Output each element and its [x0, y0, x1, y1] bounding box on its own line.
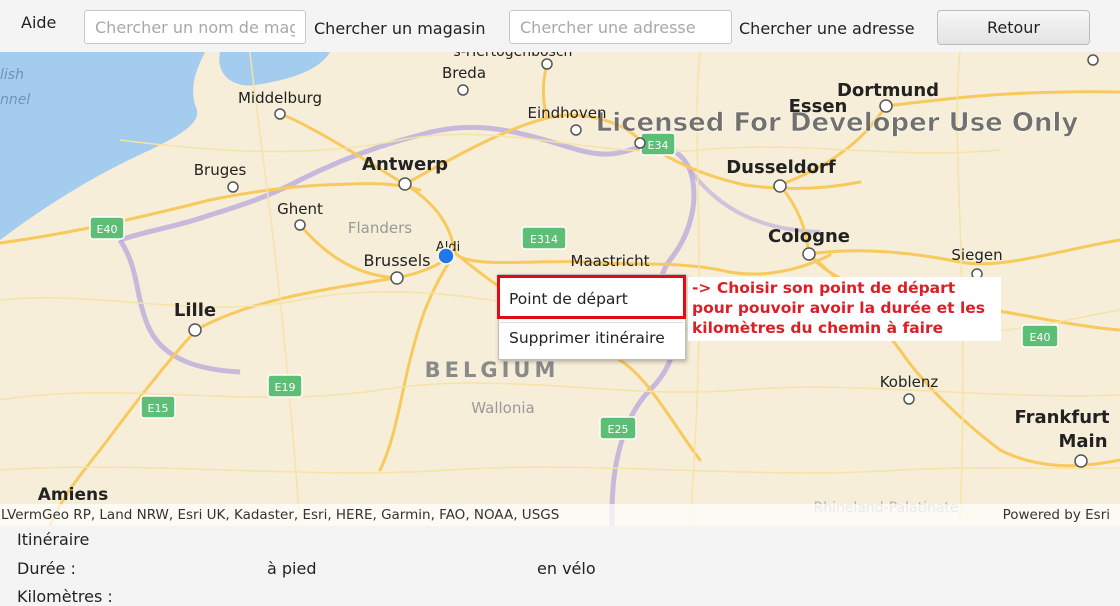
- region-label: Wallonia: [471, 399, 534, 417]
- city-marker: [188, 323, 202, 337]
- city-label: Dusseldorf: [726, 157, 836, 178]
- toolbar: Aide Chercher un magasin Chercher une ad…: [0, 0, 1120, 52]
- svg-text:E15: E15: [148, 402, 169, 415]
- city-label: 's-Hertogenbosch: [450, 52, 573, 60]
- city-label: Middelburg: [238, 89, 322, 107]
- svg-text:E314: E314: [530, 233, 558, 246]
- annotation-text: -> Choisir son point de départ pour pouv…: [692, 279, 986, 337]
- road-shield: E314: [521, 226, 567, 250]
- road-shield: E19: [267, 374, 303, 398]
- store-search-label: Chercher un magasin: [314, 19, 486, 38]
- city-marker: [802, 247, 816, 261]
- city-marker: [634, 137, 646, 149]
- map-context-menu: Point de départ Supprimer itinéraire: [498, 274, 686, 360]
- route-title: Itinéraire: [17, 530, 90, 549]
- city-marker: [274, 108, 286, 120]
- city-label: Ghent: [277, 200, 323, 218]
- help-link[interactable]: Aide: [21, 13, 56, 32]
- city-label: Breda: [442, 64, 486, 82]
- back-button[interactable]: Retour: [937, 10, 1090, 45]
- city-label: Amiens: [38, 485, 108, 505]
- city-label: Cologne: [768, 226, 850, 247]
- map-attribution-bar: LVermGeo RP, Land NRW, Esri UK, Kadaster…: [0, 504, 1120, 526]
- city-marker: [1087, 54, 1099, 66]
- svg-text:E19: E19: [275, 381, 296, 394]
- road-shield: E25: [599, 416, 637, 440]
- distance-label: Kilomètres :: [17, 587, 113, 606]
- city-label: Maastricht: [571, 252, 650, 270]
- city-label: Frankfurt: [1014, 407, 1109, 428]
- city-marker: [541, 58, 553, 70]
- road-shield: E15: [140, 395, 176, 419]
- city-label: Lille: [174, 300, 216, 321]
- annotation-callout: -> Choisir son point de départ pour pouv…: [688, 277, 1001, 341]
- city-marker: [1074, 454, 1088, 468]
- address-search-label: Chercher une adresse: [739, 19, 915, 38]
- city-label: Dortmund: [837, 80, 939, 101]
- city-label: Bruges: [194, 161, 247, 179]
- city-marker: [390, 271, 404, 285]
- map-attribution[interactable]: LVermGeo RP, Land NRW, Esri UK, Kadaster…: [1, 507, 559, 523]
- city-label: Koblenz: [880, 373, 939, 391]
- cycling-label: en vélo: [537, 559, 596, 578]
- city-marker: [457, 84, 469, 96]
- city-marker: [773, 179, 787, 193]
- city-marker: [570, 124, 582, 136]
- road-shield: E40: [89, 216, 125, 240]
- sea-label: nnel: [0, 92, 30, 108]
- country-label: BELGIUM: [425, 358, 560, 382]
- walking-label: à pied: [267, 559, 317, 578]
- menu-item-start-point[interactable]: Point de départ: [499, 280, 685, 318]
- route-panel: Itinéraire Durée : à pied en vélo Kilomè…: [0, 526, 1120, 606]
- city-marker: [294, 219, 306, 231]
- svg-text:E25: E25: [608, 423, 629, 436]
- region-label: Flanders: [348, 219, 412, 237]
- city-marker: [903, 393, 915, 405]
- svg-text:E40: E40: [97, 223, 118, 236]
- address-search-input[interactable]: [509, 10, 732, 44]
- city-marker: [227, 181, 239, 193]
- road-shield: E40: [1021, 324, 1059, 348]
- powered-by-esri[interactable]: Powered by Esri: [1003, 507, 1110, 523]
- menu-divider: [498, 322, 684, 323]
- city-label: Eindhoven: [528, 104, 607, 122]
- city-label: Main: [1058, 431, 1107, 452]
- store-marker-pin[interactable]: [437, 247, 455, 265]
- duration-label: Durée :: [17, 559, 76, 578]
- city-marker: [398, 177, 412, 191]
- city-marker: [879, 99, 893, 113]
- sea-label: lish: [0, 67, 24, 83]
- store-search-input[interactable]: [84, 10, 306, 44]
- svg-text:E40: E40: [1030, 331, 1051, 344]
- road-shield: E34: [640, 132, 676, 156]
- city-label: Brussels: [364, 251, 431, 270]
- city-label: Siegen: [951, 246, 1002, 264]
- menu-item-remove-route[interactable]: Supprimer itinéraire: [499, 319, 685, 357]
- svg-text:E34: E34: [648, 139, 669, 152]
- city-label: Antwerp: [362, 154, 448, 175]
